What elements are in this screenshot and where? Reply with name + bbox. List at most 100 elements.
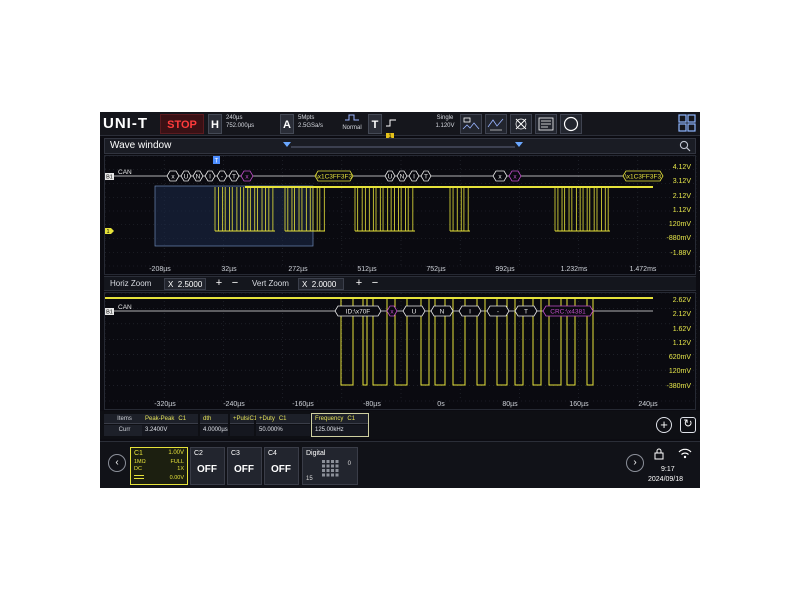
brand-logo: UNI-T bbox=[103, 115, 148, 132]
measurement-title: Peak-Peak bbox=[145, 416, 175, 422]
channel-1-marker[interactable]: 1 bbox=[105, 228, 114, 235]
zoom-start-marker[interactable] bbox=[283, 142, 291, 147]
acquire-info[interactable]: 5Mpts 2.5GSa/s bbox=[298, 114, 323, 134]
acquire-menu-button[interactable]: A bbox=[280, 114, 294, 134]
main-time-label: 272µs bbox=[288, 266, 308, 273]
measurement-column[interactable]: Frequency C1 125.00kHz bbox=[311, 413, 369, 437]
circle-icon[interactable] bbox=[560, 114, 582, 134]
digital-bit-dot bbox=[331, 464, 334, 468]
digital-bit-dot bbox=[335, 464, 339, 468]
channel-1-coupling: DC bbox=[134, 466, 142, 472]
zoom-voltage-label: 1.62V bbox=[672, 325, 691, 333]
main-decode-frame: x bbox=[508, 170, 522, 182]
horizontal-info[interactable]: 240µs 752.000µs bbox=[226, 114, 254, 134]
grid-icon[interactable] bbox=[678, 114, 696, 134]
zoom-decode-text: ID:\x70F bbox=[346, 309, 371, 316]
refresh-button[interactable]: ↻ bbox=[680, 417, 696, 433]
main-time-label: 1.712ms bbox=[687, 266, 700, 273]
measurement-panel: Items Curr Peak-Peak C1 3.2400V dth 4.0000µs… bbox=[100, 411, 700, 439]
trigger-info[interactable]: Single 1.120V bbox=[430, 114, 460, 134]
main-decode-frame: T bbox=[228, 170, 240, 182]
clock-date: 2024/09/18 bbox=[648, 476, 684, 483]
zoom-window-icon[interactable] bbox=[460, 114, 482, 134]
measurement-column[interactable]: +PulsiC1 bbox=[230, 414, 257, 436]
digital-name: Digital bbox=[306, 450, 326, 457]
main-waveform-plot[interactable]: x U N I - Tx \x1C3FF3F3 U N I Tx x \x1C3FF3F3 T B1 CAN 1… bbox=[104, 155, 700, 275]
run-stop-button[interactable]: STOP bbox=[160, 114, 204, 134]
channel-3-card[interactable]: C3 OFF bbox=[227, 447, 262, 485]
zoom-range-bar[interactable] bbox=[291, 146, 515, 148]
coupling-icon bbox=[134, 475, 144, 479]
main-voltage-label: 1.12V bbox=[672, 206, 691, 214]
bus-marker[interactable]: B1 bbox=[105, 173, 114, 181]
zoom-region-box[interactable] bbox=[154, 185, 314, 247]
channel-state: OFF bbox=[234, 464, 254, 475]
horiz-zoom-minus-button[interactable]: − bbox=[228, 277, 242, 290]
main-decode-text: T bbox=[232, 174, 236, 181]
channel-2-card[interactable]: C2 OFF bbox=[190, 447, 225, 485]
trigger-marker[interactable]: T bbox=[213, 156, 220, 165]
channel-bar: ‹ C1 1.00V 1MΩ FULL DC 1X 0.00V C2 OFF C3 O… bbox=[100, 441, 700, 488]
horizontal-menu-button[interactable]: H bbox=[208, 114, 222, 134]
main-decode-text: - bbox=[221, 174, 223, 181]
add-measurement-button[interactable]: + bbox=[656, 417, 672, 433]
main-time-label: 32µs bbox=[221, 266, 237, 273]
menu-icon[interactable] bbox=[535, 114, 557, 134]
digital-card[interactable]: Digital 0 15 bbox=[302, 447, 358, 485]
main-voltage-label: 2.12V bbox=[672, 192, 691, 200]
main-decode-frame: T bbox=[420, 170, 432, 182]
current-label: Curr bbox=[104, 425, 142, 436]
digital-bit-dot bbox=[326, 464, 330, 468]
wifi-icon[interactable] bbox=[678, 448, 692, 459]
measurement-column[interactable]: +Duty C1 50.000% bbox=[256, 414, 310, 436]
main-decode-frame: N bbox=[396, 170, 408, 182]
digital-grid-icon bbox=[322, 460, 339, 477]
zoom-time-label: 160µs bbox=[569, 401, 589, 408]
main-voltage-label: 3.12V bbox=[672, 178, 691, 186]
horiz-zoom-field[interactable]: X 2.5000 bbox=[164, 278, 206, 290]
main-time-label: 752µs bbox=[426, 266, 446, 273]
measurement-column[interactable]: dth 4.0000µs bbox=[200, 414, 228, 436]
vert-zoom-field[interactable]: X 2.0000 bbox=[298, 278, 344, 290]
lock-icon[interactable] bbox=[654, 448, 664, 460]
zoom-time-label: -320µs bbox=[154, 401, 176, 408]
main-time-label: 1.472ms bbox=[629, 266, 657, 273]
channel-name: C4 bbox=[268, 450, 277, 457]
horiz-zoom-plus-button[interactable]: + bbox=[212, 277, 226, 290]
channel-1-card[interactable]: C1 1.00V 1MΩ FULL DC 1X 0.00V bbox=[130, 447, 188, 485]
zoom-decode-frame: - bbox=[486, 305, 510, 317]
vert-zoom-minus-button[interactable]: − bbox=[368, 277, 382, 290]
measurement-name: dth bbox=[200, 414, 228, 424]
prev-page-button[interactable]: ‹ bbox=[108, 454, 126, 472]
measurement-name: Peak-Peak C1 bbox=[142, 414, 198, 424]
measure-icon[interactable] bbox=[485, 114, 507, 134]
zoom-waveform-plot[interactable]: ID:\x70F x U N I - T CRC:\x4381 B1 CAN 2.62V 2.12V… bbox=[104, 292, 697, 410]
search-icon[interactable] bbox=[679, 140, 691, 152]
pulse-shape-icon bbox=[345, 114, 359, 121]
channel-1-scale: 1.00V bbox=[168, 450, 184, 456]
channel-name: C2 bbox=[194, 450, 203, 457]
acquire-mode[interactable]: Normal bbox=[340, 114, 364, 134]
zoom-bus-channel-label: CAN bbox=[118, 304, 132, 311]
zoom-bus-marker-label: B1 bbox=[106, 310, 113, 316]
vert-zoom-plus-button[interactable]: + bbox=[352, 277, 366, 290]
zoom-decode-frame: T bbox=[514, 305, 538, 317]
main-time-label: 992µs bbox=[495, 266, 515, 273]
zoom-bus-marker[interactable]: B1 bbox=[105, 308, 114, 316]
trigger-edge-info[interactable]: 1 bbox=[386, 114, 398, 141]
next-page-button[interactable]: › bbox=[626, 454, 644, 472]
trigger-menu-button[interactable]: T bbox=[368, 114, 382, 134]
main-decode-frame: U bbox=[180, 170, 192, 182]
top-toolbar: UNI-T STOP H 240µs 752.000µs A 5Mpts 2.5… bbox=[100, 112, 700, 141]
zoom-time-label: 0s bbox=[437, 401, 445, 408]
digital-bottom-num: 15 bbox=[306, 476, 313, 482]
wave-window-title: Wave window bbox=[110, 140, 172, 151]
zoom-time-label: -80µs bbox=[363, 401, 381, 408]
zoom-decode-text: - bbox=[497, 309, 499, 316]
math-icon[interactable] bbox=[510, 114, 532, 134]
zoom-decode-text: N bbox=[440, 309, 445, 316]
channel-4-card[interactable]: C4 OFF bbox=[264, 447, 299, 485]
measurement-column[interactable]: Peak-Peak C1 3.2400V bbox=[142, 414, 198, 436]
digital-top-num: 0 bbox=[347, 461, 351, 467]
zoom-end-marker[interactable] bbox=[515, 142, 523, 147]
